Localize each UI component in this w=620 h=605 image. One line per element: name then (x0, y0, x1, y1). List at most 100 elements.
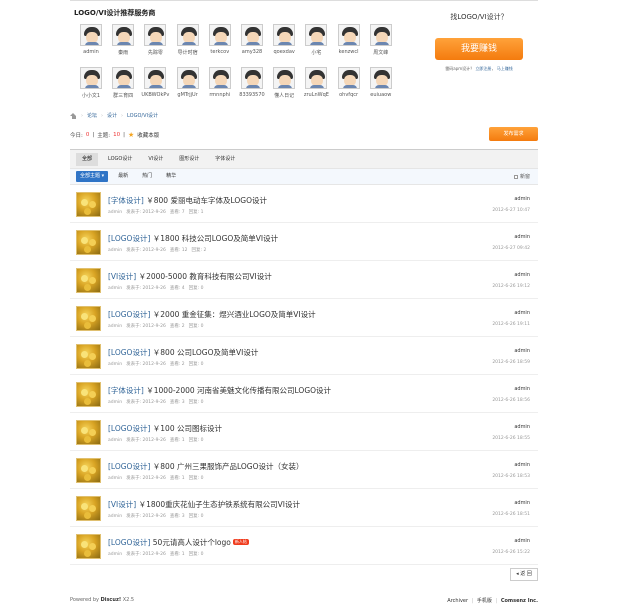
thread-type-link[interactable]: [字体设计] (108, 196, 144, 205)
provider-avatar[interactable]: 小宅 (301, 24, 331, 64)
back-button[interactable]: ◂ 返 回 (510, 568, 538, 581)
filter-digest[interactable]: 精华 (162, 171, 180, 182)
thread-title-link[interactable]: ￥100 公司图标设计 (153, 424, 222, 433)
provider-avatar[interactable]: ohvfqcr (334, 67, 364, 107)
avatar-icon[interactable] (305, 24, 328, 46)
last-post-date[interactable]: 2012-6-26 15:22 (492, 550, 530, 555)
avatar-icon[interactable] (144, 24, 167, 46)
provider-name[interactable]: rmnnphi (205, 92, 235, 98)
thread-author[interactable]: admin (108, 210, 122, 215)
provider-name[interactable]: gMTrjjUr (173, 92, 203, 98)
avatar-icon[interactable] (176, 67, 199, 89)
last-post-user[interactable]: admin (514, 500, 530, 506)
thread-type-link[interactable]: [LOGO设计] (108, 348, 150, 357)
provider-avatar[interactable]: gMTrjjUr (173, 67, 203, 107)
provider-avatar[interactable]: UKBWOkPv (140, 67, 170, 107)
last-post-date[interactable]: 2012-6-26 19:12 (492, 284, 530, 289)
avatar-icon[interactable] (112, 24, 135, 46)
thread-type-link[interactable]: [字体设计] (108, 386, 144, 395)
thread-author[interactable]: admin (108, 248, 122, 253)
provider-name[interactable]: 秦雨 (108, 49, 138, 56)
avatar-icon[interactable] (80, 24, 102, 46)
last-post-date[interactable]: 2012-6-26 18:55 (492, 436, 530, 441)
thread-thumbnail[interactable] (76, 458, 101, 483)
provider-avatar[interactable]: 懂人日记 (269, 67, 299, 107)
last-post-user[interactable]: admin (514, 348, 530, 354)
thread-thumbnail[interactable] (76, 192, 101, 217)
avatar-icon[interactable] (337, 67, 360, 89)
avatar-icon[interactable] (208, 24, 231, 46)
provider-name[interactable]: zruLnWqE (301, 92, 331, 98)
checkbox-icon[interactable] (513, 174, 518, 179)
thread-thumbnail[interactable] (76, 534, 101, 559)
last-post-date[interactable]: 2012-6-27 09:42 (492, 246, 530, 251)
thread-thumbnail[interactable] (76, 230, 101, 255)
new-window-toggle[interactable]: 新窗 (513, 173, 530, 180)
provider-avatar[interactable]: amy328 (237, 24, 267, 64)
provider-name[interactable]: kenzwcl (334, 49, 364, 55)
thread-title-link[interactable]: ￥800 广州三果服饰产品LOGO设计（女装） (153, 462, 304, 471)
home-icon[interactable] (70, 112, 77, 119)
thread-title-link[interactable]: ￥1800 科技公司LOGO及简单VI设计 (153, 234, 278, 243)
provider-name[interactable]: 83393570 (237, 92, 267, 98)
avatar-icon[interactable] (176, 24, 199, 46)
provider-avatar[interactable]: 周文峰 (366, 24, 396, 64)
filter-all-topics[interactable]: 全部主题 ▾ (76, 171, 109, 182)
provider-name[interactable]: amy328 (237, 49, 267, 55)
avatar-icon[interactable] (112, 67, 135, 89)
breadcrumb-forum[interactable]: 论坛 (87, 112, 97, 119)
last-post-date[interactable]: 2012-6-26 19:11 (492, 322, 530, 327)
last-post-date[interactable]: 2012-6-26 18:56 (492, 398, 530, 403)
thread-type-link[interactable]: [LOGO设计] (108, 462, 150, 471)
earn-now-link[interactable]: 马上赚钱 (497, 66, 513, 71)
last-post-date[interactable]: 2012-6-26 18:59 (492, 360, 530, 365)
provider-avatar[interactable]: kenzwcl (334, 24, 364, 64)
thread-author[interactable]: admin (108, 476, 122, 481)
provider-name[interactable]: 小宅 (301, 49, 331, 56)
avatar-icon[interactable] (80, 67, 102, 89)
thread-thumbnail[interactable] (76, 268, 101, 293)
provider-name[interactable]: qoexdav (269, 49, 299, 55)
provider-name[interactable]: 先踪零 (140, 49, 170, 56)
thread-author[interactable]: admin (108, 438, 122, 443)
provider-name[interactable]: 群三育四 (108, 92, 138, 99)
provider-avatar[interactable]: terkcov (205, 24, 235, 64)
last-post-user[interactable]: admin (514, 272, 530, 278)
last-post-user[interactable]: admin (514, 538, 530, 544)
breadcrumb-logo-vi[interactable]: LOGO/VI设计 (127, 112, 158, 119)
thread-author[interactable]: admin (108, 400, 122, 405)
provider-name[interactable]: admin (76, 49, 106, 55)
tab-logo[interactable]: LOGO设计 (102, 153, 138, 166)
last-post-date[interactable]: 2012-6-26 18:53 (492, 474, 530, 479)
avatar-icon[interactable] (369, 67, 392, 89)
thread-thumbnail[interactable] (76, 306, 101, 331)
tab-graphic[interactable]: 图形设计 (173, 153, 205, 166)
last-post-user[interactable]: admin (514, 310, 530, 316)
thread-author[interactable]: admin (108, 514, 122, 519)
tab-font[interactable]: 字体设计 (209, 153, 241, 166)
thread-title-link[interactable]: ￥2000-5000 教育科技有限公司VI设计 (139, 272, 272, 281)
last-post-user[interactable]: admin (514, 234, 530, 240)
provider-avatar[interactable]: zruLnWqE (301, 67, 331, 107)
provider-name[interactable]: terkcov (205, 49, 235, 55)
avatar-icon[interactable] (241, 24, 263, 46)
thread-author[interactable]: admin (108, 362, 122, 367)
provider-avatar[interactable]: admin (76, 24, 106, 64)
provider-name[interactable]: euiuaow (366, 92, 396, 98)
register-link[interactable]: 立即注册 (475, 66, 491, 71)
comsenz-link[interactable]: Comsenz Inc. (501, 598, 538, 604)
provider-avatar[interactable]: 群三育四 (108, 67, 138, 107)
avatar-icon[interactable] (273, 67, 296, 89)
thread-title-link[interactable]: ￥2000 重金征集：煜兴酒业LOGO及简单VI设计 (153, 310, 316, 319)
thread-title-link[interactable]: 50元请高人设计个logo (153, 538, 231, 547)
thread-author[interactable]: admin (108, 286, 122, 291)
thread-thumbnail[interactable] (76, 344, 101, 369)
discuz-link[interactable]: Discuz! (101, 597, 122, 603)
provider-avatar[interactable]: 小小文1 (76, 67, 106, 107)
avatar-icon[interactable] (305, 67, 328, 89)
provider-avatar[interactable]: 秦雨 (108, 24, 138, 64)
avatar-icon[interactable] (337, 24, 360, 46)
provider-name[interactable]: 小小文1 (76, 92, 106, 99)
last-post-user[interactable]: admin (514, 386, 530, 392)
provider-name[interactable]: UKBWOkPv (140, 92, 170, 98)
